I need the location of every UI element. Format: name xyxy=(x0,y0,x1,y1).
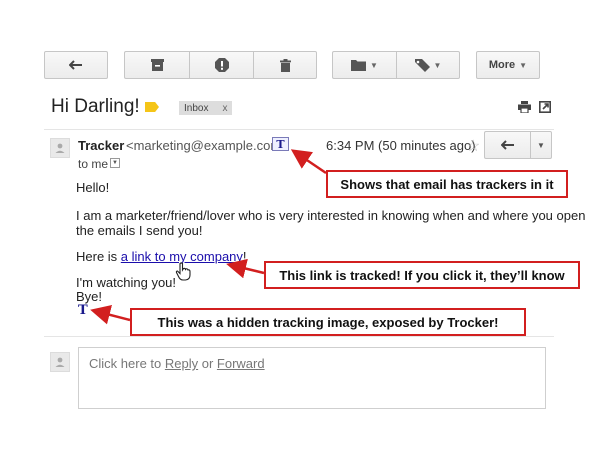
recipient-label: to me xyxy=(78,157,109,171)
inbox-label-chip: Inbox x xyxy=(179,101,232,115)
star-icon[interactable]: ☆ xyxy=(466,136,480,156)
archive-icon xyxy=(150,59,164,71)
show-details-toggle[interactable]: ▼ xyxy=(110,158,120,168)
labels-button[interactable]: ▼ xyxy=(396,51,460,79)
chevron-down-icon: ▼ xyxy=(370,60,378,70)
folder-icon xyxy=(351,59,367,71)
chevron-down-icon: ▼ xyxy=(537,140,545,150)
annotation-trackers: Shows that email has trackers in it xyxy=(326,170,568,198)
more-button[interactable]: More ▼ xyxy=(476,51,540,79)
move-to-button[interactable]: ▼ xyxy=(332,51,396,79)
body-greeting: Hello! xyxy=(76,180,110,195)
importance-marker-icon[interactable] xyxy=(145,102,159,112)
header-divider xyxy=(44,129,554,130)
reply-avatar xyxy=(50,352,70,372)
print-icon[interactable] xyxy=(518,101,531,116)
chevron-down-icon: ▼ xyxy=(519,60,528,70)
chevron-down-icon: ▼ xyxy=(112,160,118,166)
arrow-to-hidden-image xyxy=(90,305,131,325)
link-prefix: Here is xyxy=(76,249,121,264)
remove-label-button[interactable]: x xyxy=(222,103,227,114)
hidden-tracking-image-icon: T xyxy=(78,303,88,318)
chevron-down-icon: ▼ xyxy=(433,60,442,70)
sender-name[interactable]: Tracker xyxy=(78,138,124,153)
link-suffix: ! xyxy=(242,249,247,264)
body-paragraph-line: the emails I send you! xyxy=(76,223,203,238)
label-tag-icon xyxy=(414,58,430,72)
message-time: 6:34 PM (50 minutes ago) xyxy=(326,138,476,153)
archive-button[interactable] xyxy=(124,51,189,79)
report-spam-icon xyxy=(214,58,229,72)
sender-avatar xyxy=(50,138,70,158)
new-window-icon[interactable] xyxy=(539,101,551,116)
trocker-tracker-icon: T xyxy=(272,137,289,151)
reply-arrow-icon xyxy=(500,138,515,153)
reply-divider xyxy=(44,336,554,337)
arrow-to-tracked-link xyxy=(226,258,265,279)
delete-button[interactable] xyxy=(253,51,317,79)
inbox-label: Inbox xyxy=(184,102,209,114)
arrow-to-trocker-badge xyxy=(290,149,327,175)
back-arrow-icon xyxy=(69,60,83,70)
reply-more-button[interactable]: ▼ xyxy=(530,131,552,159)
sender-email: <marketing@example.com> xyxy=(126,138,289,153)
reply-button[interactable] xyxy=(484,131,530,159)
body-paragraph-line: I am a marketer/friend/lover who is very… xyxy=(76,208,586,223)
more-label: More xyxy=(488,59,516,71)
annotation-hidden-image: This was a hidden tracking image, expose… xyxy=(130,308,526,336)
reply-prompt-middle: or xyxy=(198,356,217,371)
body-link-line: Here is a link to my company! xyxy=(76,249,247,265)
email-subject: Hi Darling! xyxy=(51,96,140,117)
hand-cursor-icon xyxy=(175,262,191,284)
report-spam-button[interactable] xyxy=(189,51,253,79)
reply-prompt-prefix: Click here to xyxy=(89,356,165,371)
annotation-tracked-link: This link is tracked! If you click it, t… xyxy=(264,261,580,289)
back-button[interactable] xyxy=(44,51,108,79)
quick-reply-box[interactable]: Click here to Reply or Forward xyxy=(78,347,546,409)
forward-link[interactable]: Forward xyxy=(217,356,265,371)
trash-icon xyxy=(279,58,291,72)
reply-link[interactable]: Reply xyxy=(165,356,198,371)
